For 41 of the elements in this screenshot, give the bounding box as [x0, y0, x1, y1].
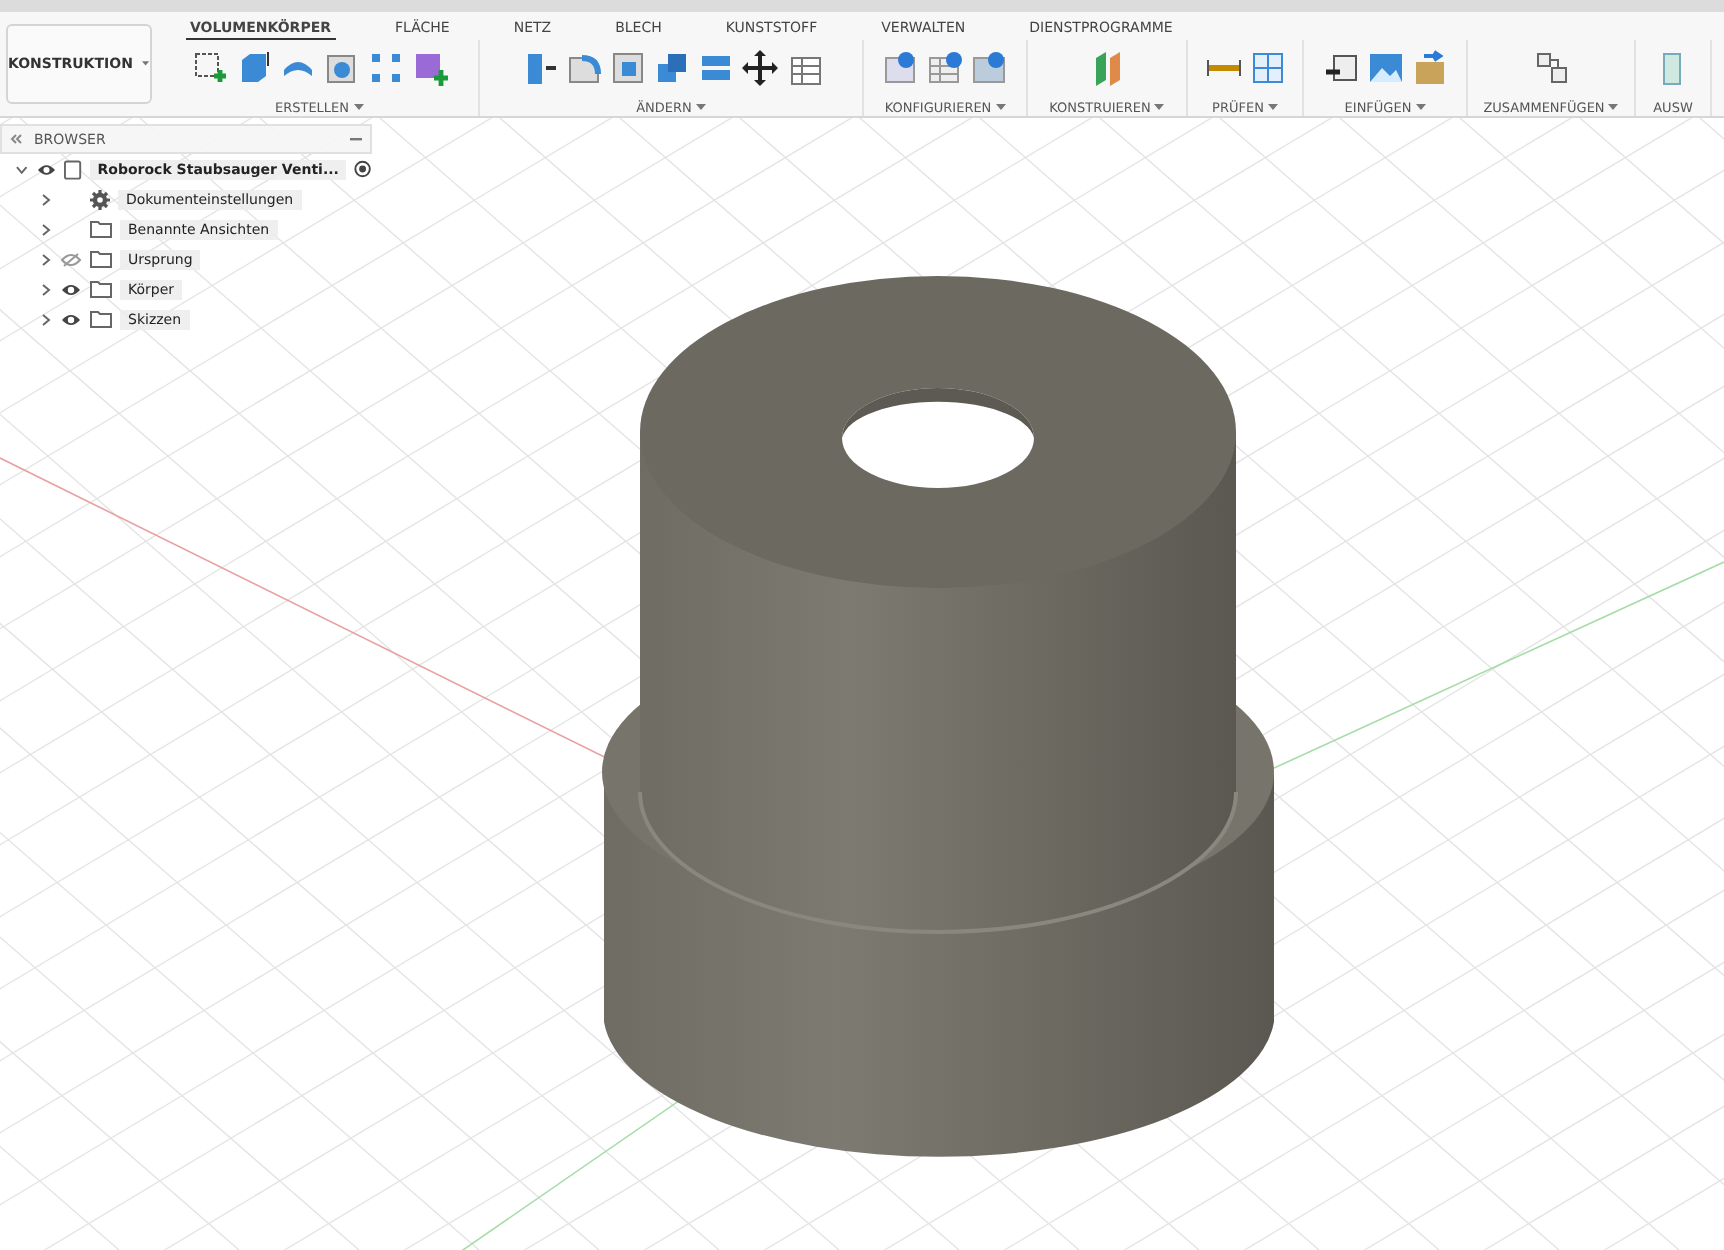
eye-icon[interactable] — [60, 281, 82, 297]
section-icon[interactable] — [1249, 50, 1285, 86]
caret-icon — [353, 104, 364, 113]
caret-icon — [142, 60, 150, 68]
chevron-icon[interactable] — [40, 313, 52, 325]
sketch-icon[interactable] — [191, 50, 227, 86]
eye-hidden-icon[interactable] — [60, 251, 82, 267]
gear-icon — [90, 189, 110, 209]
combine-icon[interactable] — [653, 50, 689, 86]
caret-icon — [695, 104, 706, 113]
caret-icon — [1154, 104, 1165, 113]
chevron-icon[interactable] — [40, 283, 52, 295]
pattern-icon[interactable] — [367, 50, 403, 86]
eye-icon[interactable] — [60, 311, 82, 327]
collapse-icon[interactable] — [10, 134, 22, 144]
package-icon[interactable] — [1411, 50, 1447, 86]
table-icon[interactable] — [927, 50, 963, 86]
folder-icon — [90, 280, 112, 298]
hole-icon[interactable] — [323, 50, 359, 86]
eye-icon[interactable] — [35, 161, 57, 177]
chevron-icon[interactable] — [40, 193, 52, 205]
chevron-icon[interactable] — [40, 253, 52, 265]
shell-icon[interactable] — [609, 50, 645, 86]
joint-icon[interactable] — [1533, 50, 1569, 86]
map-icon[interactable] — [971, 50, 1007, 86]
caret-icon — [1608, 104, 1619, 113]
chevron-icon[interactable] — [40, 223, 52, 235]
folder-icon — [90, 220, 112, 238]
caret-icon — [1415, 104, 1426, 113]
insert-icon[interactable] — [1323, 50, 1359, 86]
minimize-icon[interactable] — [350, 137, 362, 141]
configure-icon[interactable] — [883, 50, 919, 86]
chevron-icon[interactable] — [16, 163, 28, 175]
move-icon[interactable] — [741, 50, 777, 86]
folder-icon — [90, 250, 112, 268]
folder-icon — [90, 310, 112, 328]
caret-icon — [995, 104, 1006, 113]
document-icon — [64, 159, 82, 179]
radio-icon[interactable] — [354, 160, 372, 178]
caret-icon — [1267, 104, 1278, 113]
box-add-icon[interactable] — [411, 50, 447, 86]
